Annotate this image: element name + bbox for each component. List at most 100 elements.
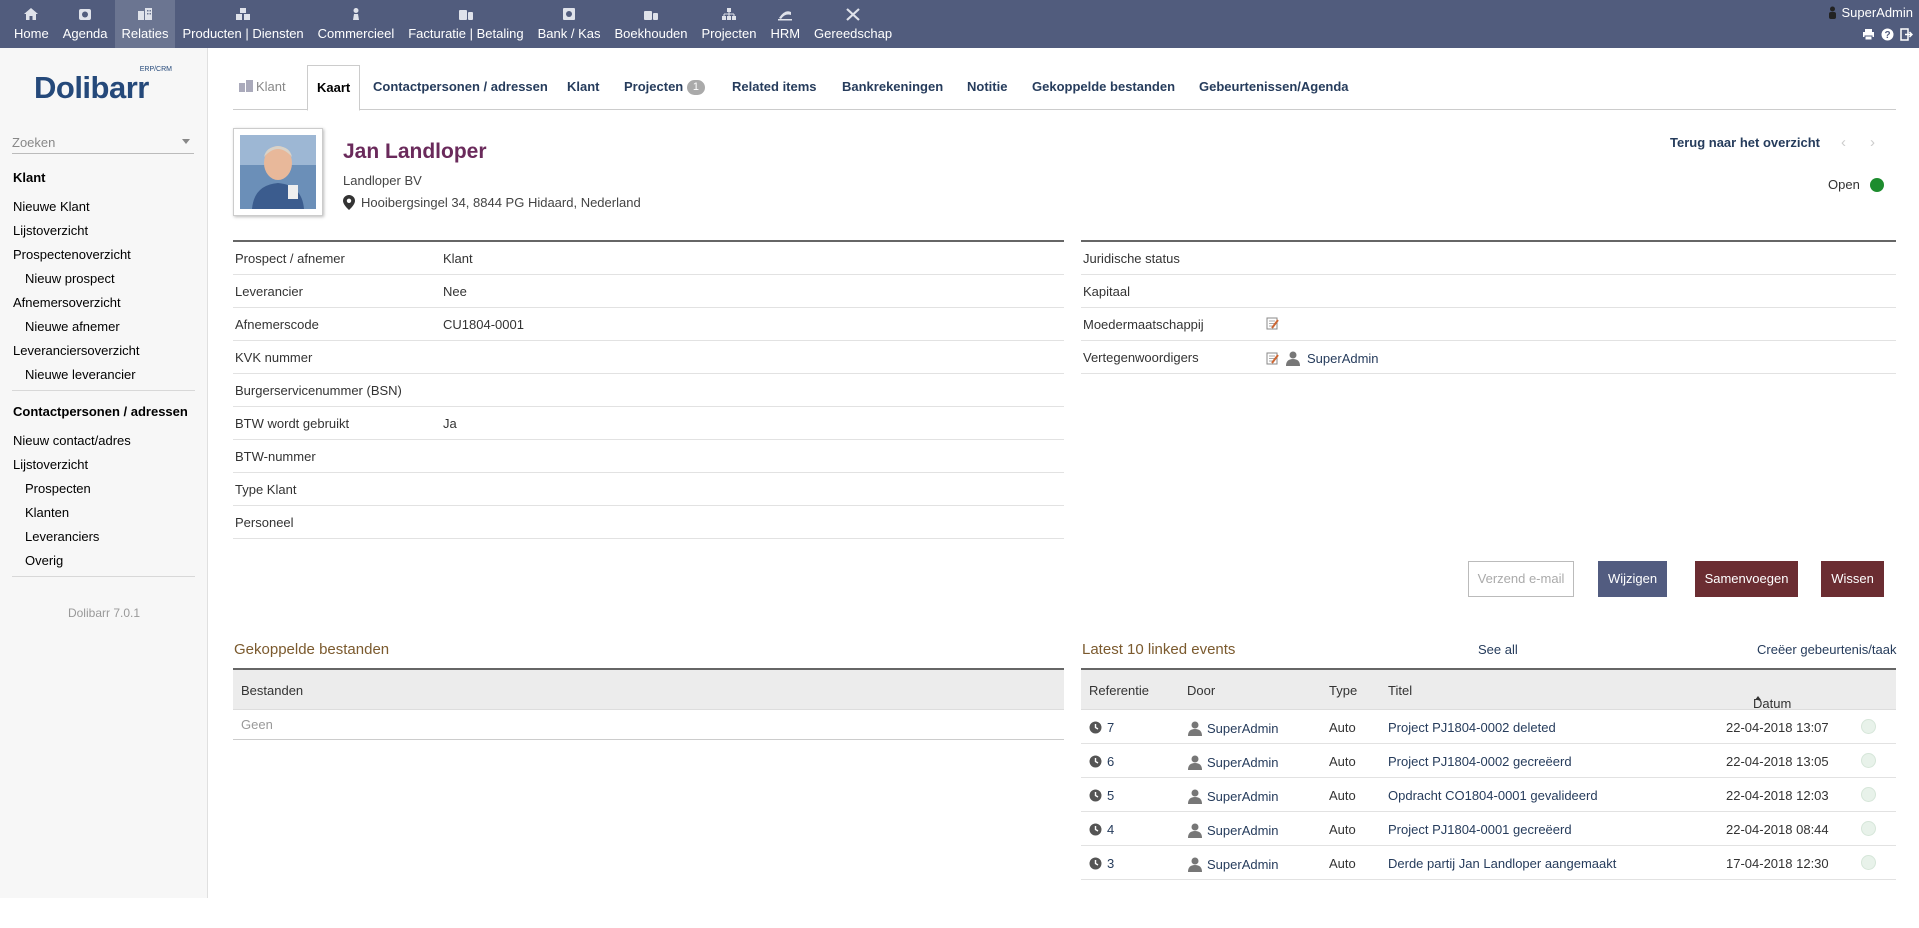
back-to-list-link[interactable]: Terug naar het overzicht xyxy=(1670,135,1820,150)
event-ref[interactable]: 5 xyxy=(1089,788,1114,803)
next-record-button[interactable]: › xyxy=(1870,134,1875,151)
status-open-icon xyxy=(1869,177,1884,192)
menu-bank[interactable]: Bank / Kas xyxy=(531,0,608,48)
print-icon[interactable] xyxy=(1862,28,1875,41)
event-user: SuperAdmin xyxy=(1187,822,1279,838)
event-ref-link[interactable]: 3 xyxy=(1107,856,1114,871)
event-title-link[interactable]: Opdracht CO1804-0001 gevalideerd xyxy=(1388,788,1598,803)
sidebar-item-overig[interactable]: Overig xyxy=(0,549,208,573)
event-user-link[interactable]: SuperAdmin xyxy=(1207,721,1279,736)
field-value: Klant xyxy=(443,251,473,266)
event-ref-link[interactable]: 4 xyxy=(1107,822,1114,837)
user-menu[interactable]: SuperAdmin xyxy=(1828,5,1913,20)
sidebar-item-lijstoverzicht[interactable]: Lijstoverzicht xyxy=(0,219,208,243)
see-all-link[interactable]: See all xyxy=(1478,642,1518,657)
tab-gekoppelde-bestanden[interactable]: Gekoppelde bestanden xyxy=(1032,65,1175,110)
event-title-link[interactable]: Project PJ1804-0002 deleted xyxy=(1388,720,1556,735)
clock-icon xyxy=(1089,789,1102,802)
sidebar-item-leveranciers[interactable]: Leveranciers xyxy=(0,525,208,549)
clock-icon xyxy=(1089,755,1102,768)
sidebar-item-nieuwe-afnemer[interactable]: Nieuwe afnemer xyxy=(0,315,208,339)
tab-related-items[interactable]: Related items xyxy=(732,65,817,110)
event-ref[interactable]: 4 xyxy=(1089,822,1114,837)
sidebar-item-contactpersonen[interactable]: Contactpersonen / adressen xyxy=(0,400,208,424)
sidebar-item-nieuw-prospect[interactable]: Nieuw prospect xyxy=(0,267,208,291)
sidebar-item-prospectenoverzicht[interactable]: Prospectenoverzicht xyxy=(0,243,208,267)
menu-label: Commercieel xyxy=(317,26,395,41)
sidebar-item-prospecten[interactable]: Prospecten xyxy=(0,477,208,501)
event-title-link[interactable]: Derde partij Jan Landloper aangemaakt xyxy=(1388,856,1616,871)
send-email-button[interactable]: Verzend e-mail xyxy=(1468,561,1574,597)
sidebar-item-nieuw-contact[interactable]: Nieuw contact/adres xyxy=(0,429,208,453)
col-by[interactable]: Door xyxy=(1187,683,1215,698)
merge-button[interactable]: Samenvoegen xyxy=(1695,561,1798,597)
sidebar-item-lijstoverzicht-contacten[interactable]: Lijstoverzicht xyxy=(0,453,208,477)
sidebar-item-klanten[interactable]: Klanten xyxy=(0,501,208,525)
menu-facturatie[interactable]: Facturatie | Betaling xyxy=(401,0,530,48)
contact-photo xyxy=(233,128,323,216)
field-value xyxy=(1266,317,1279,330)
tab-projecten[interactable]: Projecten 1 xyxy=(624,65,705,110)
tab-gebeurtenissen[interactable]: Gebeurtenissen/Agenda xyxy=(1199,65,1349,110)
tab-bankrekeningen[interactable]: Bankrekeningen xyxy=(842,65,943,110)
field-label: Leverancier xyxy=(235,284,303,299)
representative-link[interactable]: SuperAdmin xyxy=(1307,351,1379,366)
event-status-icon xyxy=(1861,787,1876,802)
sidebar-item-leveranciersoverzicht[interactable]: Leveranciersoverzicht xyxy=(0,339,208,363)
menu-hrm[interactable]: HRM xyxy=(763,0,807,48)
event-title-link[interactable]: Project PJ1804-0001 gecreëerd xyxy=(1388,822,1572,837)
tab-notitie[interactable]: Notitie xyxy=(967,65,1007,110)
help-icon[interactable]: ? xyxy=(1881,28,1894,41)
tab-contactpersonen[interactable]: Contactpersonen / adressen xyxy=(373,65,548,110)
accounting-icon xyxy=(642,6,660,22)
menu-producten[interactable]: Producten | Diensten xyxy=(175,0,310,48)
prev-record-button[interactable]: ‹ xyxy=(1841,134,1846,151)
event-user-link[interactable]: SuperAdmin xyxy=(1207,857,1279,872)
menu-commercieel[interactable]: Commercieel xyxy=(311,0,402,48)
event-status-icon xyxy=(1861,753,1876,768)
search-select[interactable]: Zoeken xyxy=(12,130,194,154)
col-type[interactable]: Type xyxy=(1329,683,1357,698)
chevron-down-icon xyxy=(182,139,190,144)
sidebar-divider xyxy=(12,390,195,391)
menu-relaties[interactable]: Relaties xyxy=(114,0,176,48)
event-title-link[interactable]: Project PJ1804-0002 gecreëerd xyxy=(1388,754,1572,769)
billing-icon xyxy=(457,6,475,22)
delete-button[interactable]: Wissen xyxy=(1821,561,1884,597)
event-ref-link[interactable]: 5 xyxy=(1107,788,1114,803)
tab-kaart[interactable]: Kaart xyxy=(307,65,361,111)
clock-icon xyxy=(1089,857,1102,870)
edit-icon[interactable] xyxy=(1266,317,1279,330)
col-title[interactable]: Titel xyxy=(1388,683,1412,698)
menu-home[interactable]: Home xyxy=(0,0,56,48)
event-user-link[interactable]: SuperAdmin xyxy=(1207,789,1279,804)
col-ref[interactable]: Referentie xyxy=(1089,683,1149,698)
modify-button[interactable]: Wijzigen xyxy=(1598,561,1667,597)
event-ref[interactable]: 7 xyxy=(1089,720,1114,735)
sidebar-item-klant[interactable]: Klant xyxy=(0,166,208,190)
event-ref[interactable]: 6 xyxy=(1089,754,1114,769)
create-event-link[interactable]: Creëer gebeurtenis/taak xyxy=(1757,642,1896,657)
tab-klant[interactable]: Klant xyxy=(567,65,600,110)
address-text: Hooibergsingel 34, 8844 PG Hidaard, Nede… xyxy=(361,195,641,210)
version-label: Dolibarr 7.0.1 xyxy=(67,606,141,620)
sidebar-item-nieuwe-klant[interactable]: Nieuwe Klant xyxy=(0,195,208,219)
menu-label: HRM xyxy=(770,26,801,41)
event-user-link[interactable]: SuperAdmin xyxy=(1207,823,1279,838)
user-icon xyxy=(1188,721,1202,736)
event-user-link[interactable]: SuperAdmin xyxy=(1207,755,1279,770)
tab-label: Klant xyxy=(256,79,286,94)
event-date: 22-04-2018 08:44 xyxy=(1726,822,1829,837)
dolibarr-logo[interactable]: Dolibarr ERP/CRM xyxy=(34,66,174,106)
sidebar-item-afnemersoverzicht[interactable]: Afnemersoverzicht xyxy=(0,291,208,315)
logout-icon[interactable] xyxy=(1900,28,1913,41)
menu-agenda[interactable]: Agenda xyxy=(56,0,115,48)
event-ref-link[interactable]: 7 xyxy=(1107,720,1114,735)
sidebar-item-nieuwe-leverancier[interactable]: Nieuwe leverancier xyxy=(0,363,208,387)
menu-boekhouden[interactable]: Boekhouden xyxy=(608,0,695,48)
menu-gereedschap[interactable]: Gereedschap xyxy=(807,0,899,48)
event-ref[interactable]: 3 xyxy=(1089,856,1114,871)
menu-projecten[interactable]: Projecten xyxy=(695,0,764,48)
edit-icon[interactable] xyxy=(1266,352,1279,365)
event-ref-link[interactable]: 6 xyxy=(1107,754,1114,769)
